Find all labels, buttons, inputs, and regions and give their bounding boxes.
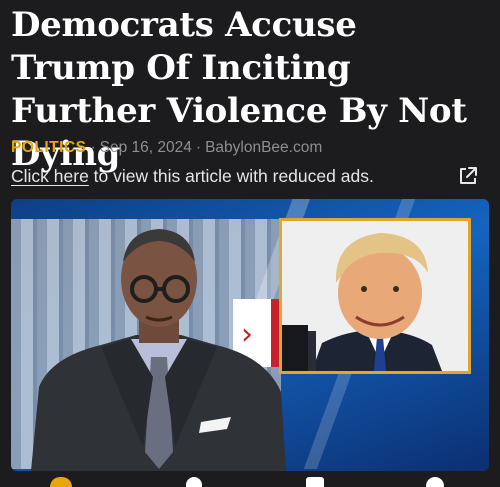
politician-portrait (282, 221, 468, 371)
article-source: BabylonBee.com (205, 139, 323, 156)
external-link-icon[interactable] (457, 165, 479, 187)
reduced-ads-link[interactable]: Click here (11, 166, 89, 186)
inset-photo (279, 218, 471, 374)
article-date: Sep 16, 2024 (99, 139, 192, 156)
reduced-ads-text: to view this article with reduced ads. (88, 166, 374, 186)
article-meta: POLITICS · Sep 16, 2024 · BabylonBee.com (11, 139, 322, 157)
meta-separator-2: · (195, 139, 202, 156)
news-anchor-figure (31, 229, 286, 471)
x-share-icon[interactable] (186, 477, 202, 487)
article-hero-image: › (11, 199, 489, 471)
share-bar (0, 472, 500, 487)
meta-separator: · (90, 139, 96, 156)
category-link[interactable]: POLITICS (11, 139, 86, 156)
reduced-ads-notice: Click here to view this article with red… (11, 166, 491, 187)
email-share-icon[interactable] (306, 477, 324, 487)
